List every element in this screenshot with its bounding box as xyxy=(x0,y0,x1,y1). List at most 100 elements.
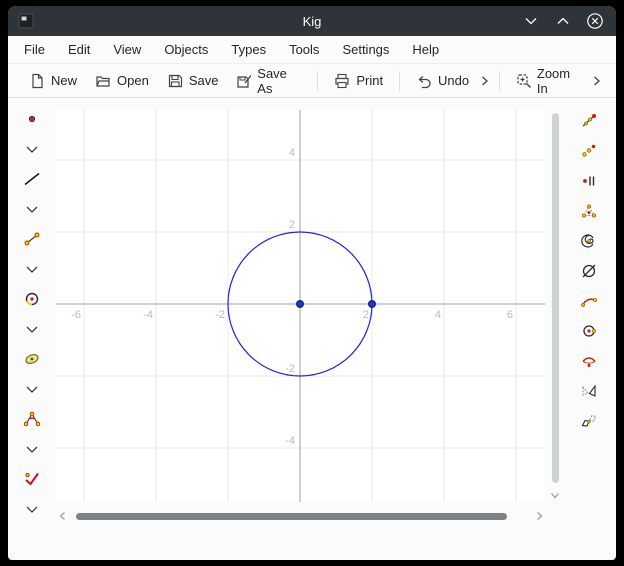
test-tool-dropdown[interactable] xyxy=(17,494,47,524)
kig-window: Kig File Edit View Objects Types Tools S… xyxy=(8,6,616,560)
point-bars-tool-button[interactable] xyxy=(574,166,604,196)
new-label: New xyxy=(51,73,77,88)
circle-point-icon xyxy=(580,322,598,340)
save-button[interactable]: Save xyxy=(158,68,228,94)
triangle-points-tool-button[interactable] xyxy=(574,196,604,226)
dropdown-chevron-icon xyxy=(25,445,39,454)
line-tool-button[interactable] xyxy=(17,164,47,194)
polygon-pair-icon xyxy=(580,412,598,430)
chevron-down-icon[interactable] xyxy=(550,492,560,499)
svg-text:-2: -2 xyxy=(285,363,295,375)
dropdown-chevron-icon xyxy=(25,145,39,154)
open-label: Open xyxy=(117,73,149,88)
circle-tool-button[interactable] xyxy=(17,284,47,314)
toolbar-separator xyxy=(399,71,400,91)
vertical-scrollbar[interactable] xyxy=(548,98,562,560)
svg-text:-2: -2 xyxy=(215,309,225,321)
open-button[interactable]: Open xyxy=(86,68,158,94)
menu-types[interactable]: Types xyxy=(229,39,268,60)
circle-tool-dropdown[interactable] xyxy=(17,314,47,344)
segment-point-icon xyxy=(580,112,598,130)
segment-tool-dropdown[interactable] xyxy=(17,254,47,284)
menu-tools[interactable]: Tools xyxy=(287,39,321,60)
polygon-pair-tool-button[interactable] xyxy=(574,406,604,436)
minimize-icon[interactable] xyxy=(522,12,540,30)
conic-arc-icon xyxy=(580,352,598,370)
geometry-canvas[interactable]: -6-4-224642-2-4 xyxy=(56,110,545,502)
menubar: File Edit View Objects Types Tools Setti… xyxy=(8,36,616,63)
document-area: -6-4-224642-2-4 xyxy=(56,98,548,560)
test-check-icon xyxy=(23,470,41,488)
point-tool-button[interactable] xyxy=(17,104,47,134)
svg-text:-4: -4 xyxy=(285,435,295,447)
undo-icon xyxy=(416,73,432,89)
expand-chevron-icon[interactable] xyxy=(478,70,492,92)
vertical-scroll-thumb[interactable] xyxy=(552,113,559,483)
horizontal-scrollbar[interactable] xyxy=(56,508,545,524)
segment-point-tool-button[interactable] xyxy=(574,106,604,136)
line-tool-dropdown[interactable] xyxy=(17,194,47,224)
three-points-tool-button[interactable] xyxy=(574,136,604,166)
save-as-label: Save As xyxy=(257,66,301,96)
undo-button[interactable]: Undo xyxy=(407,68,478,94)
svg-text:-4: -4 xyxy=(143,309,153,321)
menu-edit[interactable]: Edit xyxy=(66,39,92,60)
segment-tool-button[interactable] xyxy=(17,224,47,254)
print-label: Print xyxy=(356,73,383,88)
chevron-right-icon[interactable] xyxy=(533,508,545,524)
point-tool-dropdown[interactable] xyxy=(17,134,47,164)
main-toolbar: New Open Save Save As Print Undo xyxy=(8,63,616,98)
close-icon[interactable] xyxy=(586,12,604,30)
polygon-reflect-tool-button[interactable] xyxy=(574,376,604,406)
svg-text:6: 6 xyxy=(507,309,513,321)
toolbar-separator xyxy=(317,71,318,91)
svg-text:4: 4 xyxy=(435,309,441,321)
svg-text:2: 2 xyxy=(289,219,295,231)
circle-point-tool-button[interactable] xyxy=(574,316,604,346)
print-button[interactable]: Print xyxy=(325,68,392,94)
zoom-in-button[interactable]: Zoom In xyxy=(507,61,590,101)
chevron-left-icon[interactable] xyxy=(56,508,68,524)
spiral-tool-button[interactable] xyxy=(574,226,604,256)
conic-tool-button[interactable] xyxy=(17,344,47,374)
angle-tool-dropdown[interactable] xyxy=(17,434,47,464)
conic-tool-dropdown[interactable] xyxy=(17,374,47,404)
menu-objects[interactable]: Objects xyxy=(162,39,210,60)
menu-view[interactable]: View xyxy=(111,39,143,60)
inversion-tool-button[interactable] xyxy=(574,256,604,286)
test-tool-button[interactable] xyxy=(17,464,47,494)
dropdown-chevron-icon xyxy=(25,265,39,274)
conic-icon xyxy=(23,350,41,368)
angle-icon xyxy=(23,410,41,428)
zoom-in-icon xyxy=(516,73,531,89)
maximize-icon[interactable] xyxy=(554,12,572,30)
print-icon xyxy=(334,73,350,89)
save-as-icon xyxy=(236,73,251,89)
save-as-button[interactable]: Save As xyxy=(227,61,310,101)
angle-tool-button[interactable] xyxy=(17,404,47,434)
titlebar: Kig xyxy=(8,6,616,36)
horizontal-scroll-thumb[interactable] xyxy=(76,513,507,520)
main-area: -6-4-224642-2-4 xyxy=(8,98,616,560)
menu-settings[interactable]: Settings xyxy=(340,39,391,60)
spiral-icon xyxy=(580,232,598,250)
vertical-scroll-track[interactable] xyxy=(550,110,560,490)
left-tool-column xyxy=(8,98,56,560)
arc-tool-button[interactable] xyxy=(574,286,604,316)
svg-text:-6: -6 xyxy=(71,309,81,321)
open-folder-icon xyxy=(95,73,111,89)
menu-file[interactable]: File xyxy=(22,39,47,60)
triangle-points-icon xyxy=(580,202,598,220)
polygon-reflect-icon xyxy=(580,382,598,400)
overflow-chevron-icon[interactable] xyxy=(590,70,604,92)
circle-icon xyxy=(23,290,41,308)
dropdown-chevron-icon xyxy=(25,325,39,334)
new-button[interactable]: New xyxy=(20,68,86,94)
segment-icon xyxy=(23,230,41,248)
menu-help[interactable]: Help xyxy=(410,39,441,60)
arc-icon xyxy=(580,292,598,310)
svg-text:2: 2 xyxy=(363,309,369,321)
conic-arc-tool-button[interactable] xyxy=(574,346,604,376)
horizontal-scroll-track[interactable] xyxy=(68,508,533,524)
toolbar-separator xyxy=(499,71,500,91)
